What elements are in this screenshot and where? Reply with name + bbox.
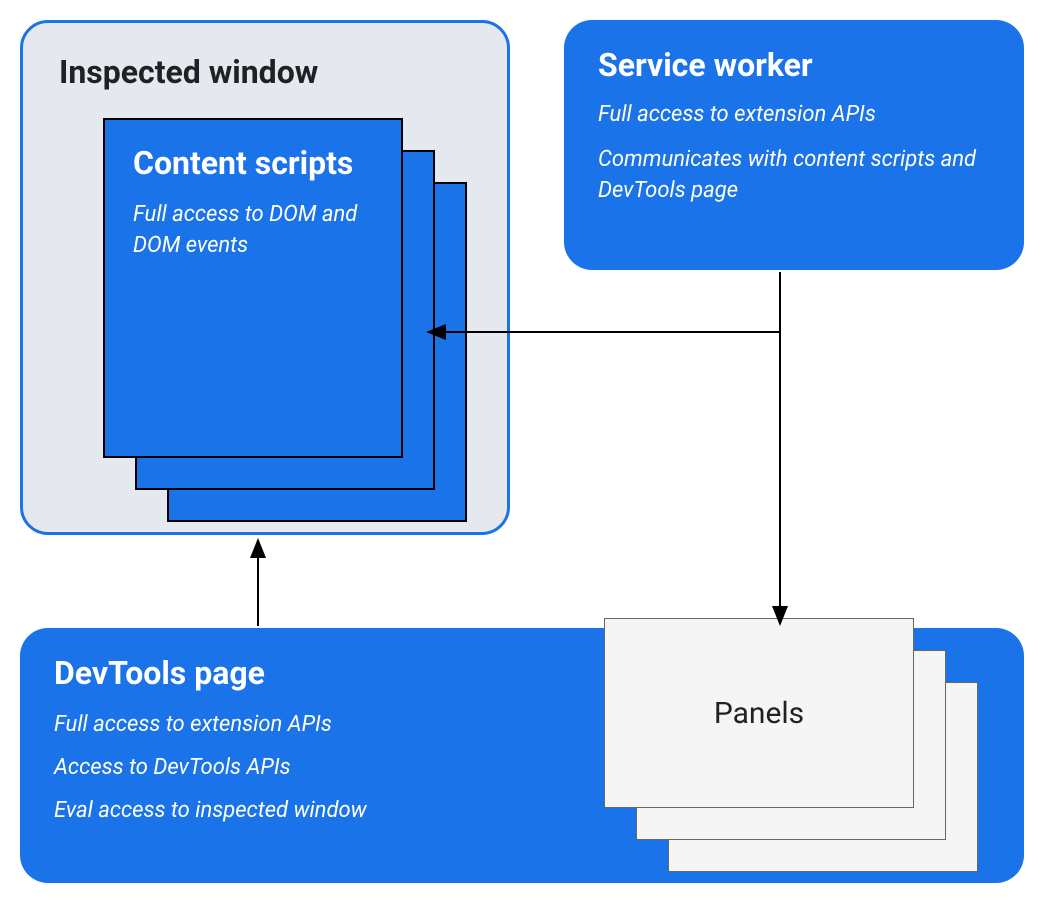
- inspected-window-title: Inspected window: [59, 53, 471, 91]
- service-worker-desc1: Full access to extension APIs: [598, 100, 990, 131]
- content-scripts-card-front: Content scripts Full access to DOM and D…: [103, 118, 403, 458]
- content-scripts-title: Content scripts: [133, 144, 373, 182]
- devtools-page-box: DevTools page Full access to extension A…: [20, 628, 1024, 883]
- panels-title: Panels: [714, 696, 804, 731]
- content-scripts-stack: Content scripts Full access to DOM and D…: [103, 118, 443, 518]
- service-worker-desc2: Communicates with content scripts and De…: [598, 145, 990, 207]
- inspected-window-box: Inspected window Content scripts Full ac…: [20, 20, 510, 535]
- content-scripts-description: Full access to DOM and DOM events: [133, 200, 373, 262]
- panels-card-front: Panels: [604, 618, 914, 808]
- service-worker-title: Service worker: [598, 46, 990, 84]
- panels-stack: Panels: [604, 618, 984, 878]
- service-worker-box: Service worker Full access to extension …: [564, 20, 1024, 270]
- architecture-diagram: Inspected window Content scripts Full ac…: [0, 0, 1053, 904]
